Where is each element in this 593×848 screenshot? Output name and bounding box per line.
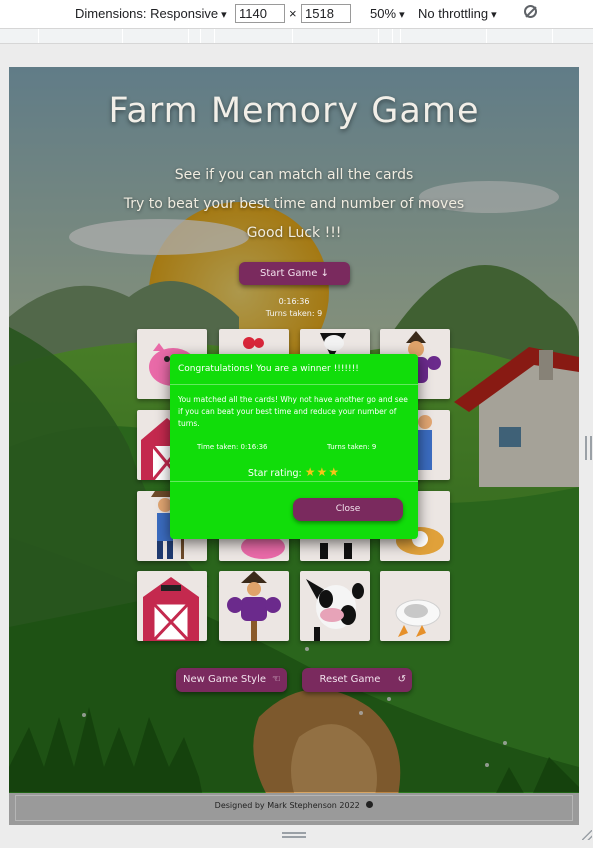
turns-counter: Turns taken: 9 (265, 309, 323, 318)
game-page: Farm Memory Game See if you can match al… (9, 67, 579, 825)
footer: Designed by Mark Stephenson 2022 (9, 793, 579, 825)
timer: 0:16:36 (278, 297, 310, 306)
reset-icon: ↺ (397, 674, 406, 685)
subtitle-line-2: Try to beat your best time and number of… (123, 196, 465, 212)
goose-icon (395, 599, 441, 637)
modal-title: Congratulations! You are a winner !!!!!!… (178, 364, 359, 374)
modal-divider (170, 481, 418, 482)
footer-box (15, 795, 573, 821)
dimensions-dropdown[interactable]: Dimensions: Responsive (75, 6, 227, 21)
media-query-ruler[interactable] (0, 29, 593, 44)
viewport-height-input[interactable]: 1518 (301, 4, 351, 23)
modal-message: You matched all the cards! Why not have … (178, 395, 408, 428)
start-game-button[interactable]: Start Game ↓ (239, 262, 350, 285)
hand-pointer-icon: ☜ (272, 674, 281, 685)
cow-icon (306, 579, 364, 641)
viewport-width-input[interactable]: 1140 (235, 4, 285, 23)
close-button[interactable]: Close (293, 498, 403, 521)
star-rating-row: Star rating: ★★★ (170, 465, 418, 479)
devtools-toolbar: Dimensions: Responsive 1140 × 1518 50% N… (0, 0, 593, 29)
card-scarecrow-2[interactable] (219, 571, 289, 641)
subtitle-line-3: Good Luck !!! (246, 225, 342, 241)
throttling-dropdown[interactable]: No throttling (418, 6, 497, 21)
scarecrow-icon (227, 571, 281, 641)
resize-corner-grip[interactable] (582, 830, 592, 840)
times-label: × (289, 6, 297, 21)
card-goose[interactable] (380, 571, 450, 641)
resize-handle-right[interactable] (585, 436, 592, 460)
star-icons: ★★★ (304, 465, 341, 479)
winner-modal: Congratulations! You are a winner !!!!!!… (170, 354, 418, 539)
barn-icon (143, 577, 199, 641)
rotate-icon[interactable] (524, 5, 537, 18)
card-cow-3[interactable] (300, 571, 370, 641)
new-game-style-label: New Game Style (182, 674, 267, 685)
page-title: Farm Memory Game (108, 91, 480, 131)
star-rating-label: Star rating: (247, 468, 302, 479)
reset-game-label: Reset Game (319, 674, 381, 685)
modal-header: Congratulations! You are a winner !!!!!!… (170, 354, 418, 385)
zoom-dropdown[interactable]: 50% (370, 6, 405, 21)
turns-taken: Turns taken: 9 (327, 443, 377, 451)
reset-game-button[interactable]: Reset Game ↺ (302, 668, 412, 692)
resize-handle-bottom[interactable] (282, 832, 306, 838)
card-barn-2[interactable] (137, 571, 207, 641)
new-game-style-button[interactable]: New Game Style ☜ (176, 668, 287, 692)
time-taken: Time taken: 0:16:36 (197, 443, 268, 451)
subtitle-line-1: See if you can match all the cards (174, 167, 414, 183)
